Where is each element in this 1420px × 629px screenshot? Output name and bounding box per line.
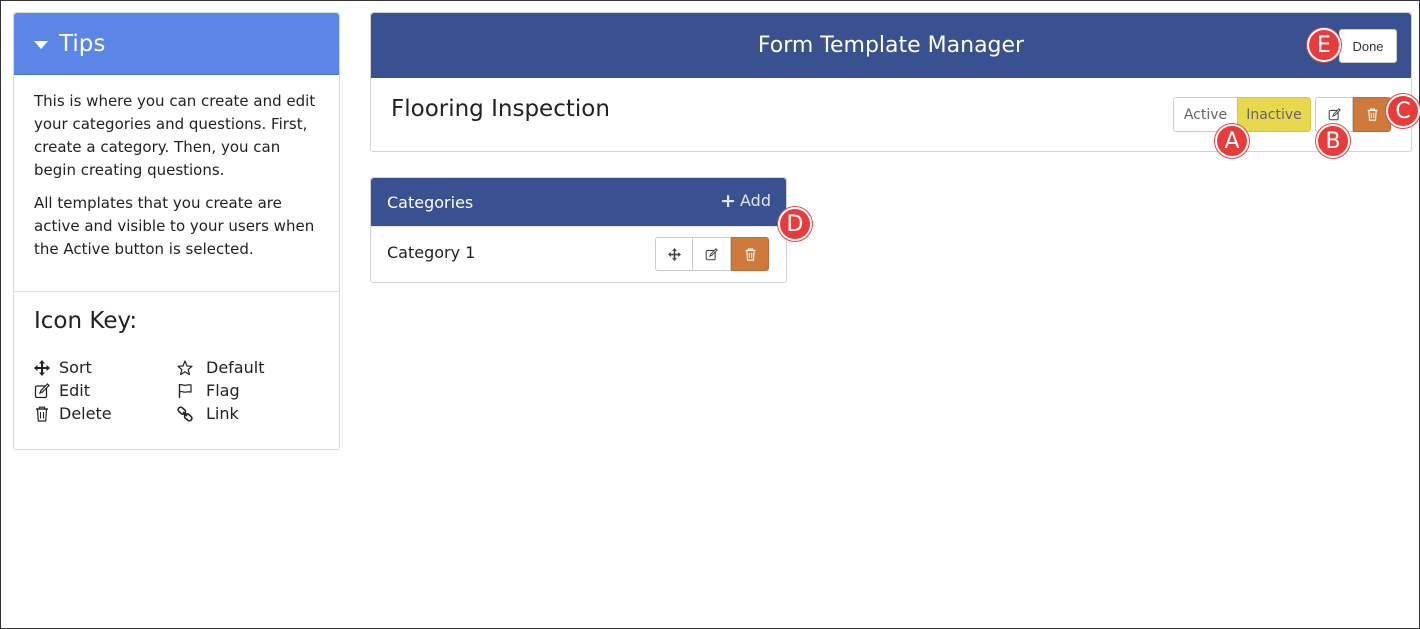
app-frame: Tips This is where you can create and ed… <box>0 0 1420 629</box>
callout-marker-a: A <box>1215 124 1249 158</box>
icon-key-item: Link <box>177 402 320 425</box>
template-card: Form Template Manager Done Flooring Insp… <box>370 12 1412 152</box>
edit-category-button[interactable] <box>693 237 731 271</box>
done-button[interactable]: Done <box>1339 29 1397 63</box>
tips-paragraph-2: All templates that you create are active… <box>34 194 315 258</box>
icon-key-item: Delete <box>34 402 177 425</box>
trash-icon <box>1367 108 1377 121</box>
page-title: Form Template Manager <box>757 33 1025 58</box>
sort-category-button[interactable] <box>655 237 693 271</box>
move-arrows-icon <box>667 247 681 261</box>
icon-key-title: Icon Key: <box>34 308 138 334</box>
icon-key-label: Default <box>206 358 265 377</box>
tips-panel: Tips This is where you can create and ed… <box>13 12 340 450</box>
tips-body: This is where you can create and edit yo… <box>14 75 339 261</box>
icon-key-label: Link <box>206 404 239 423</box>
delete-category-button[interactable] <box>731 237 769 271</box>
star-outline-icon <box>177 359 193 376</box>
flag-icon <box>177 383 193 399</box>
move-arrows-icon <box>34 359 50 376</box>
category-actions <box>655 237 769 271</box>
trash-icon <box>34 406 50 422</box>
tips-title: Tips <box>59 30 106 57</box>
page-header: Form Template Manager Done <box>371 13 1411 78</box>
callout-marker-d: D <box>778 207 812 241</box>
categories-header: Categories + Add <box>371 178 786 226</box>
add-category-button[interactable]: + Add <box>720 191 771 210</box>
icon-key-item: Edit <box>34 379 177 402</box>
icon-key-item: Flag <box>177 379 320 402</box>
edit-icon <box>705 247 718 260</box>
icon-key-grid: Sort Default Edit Flag Delete Link <box>34 356 324 425</box>
plus-icon: + <box>720 189 737 212</box>
link-icon <box>177 405 193 422</box>
inactive-button[interactable]: Inactive <box>1237 97 1311 132</box>
tips-paragraph-1: This is where you can create and edit yo… <box>34 92 316 179</box>
category-label: Category 1 <box>387 243 476 262</box>
icon-key-label: Sort <box>59 358 92 377</box>
icon-key-label: Flag <box>206 381 240 400</box>
categories-title: Categories <box>387 192 474 212</box>
icon-key-label: Delete <box>59 404 112 423</box>
tips-header[interactable]: Tips <box>14 13 339 75</box>
add-label: Add <box>740 191 771 210</box>
icon-key-item: Default <box>177 356 320 379</box>
icon-key: Icon Key: Sort Default Edit Flag Delete … <box>34 308 324 425</box>
trash-icon <box>745 247 755 261</box>
delete-template-button[interactable] <box>1353 97 1391 132</box>
icon-key-item: Sort <box>34 356 177 379</box>
callout-marker-e: E <box>1307 28 1341 62</box>
edit-icon <box>1328 108 1341 121</box>
template-name: Flooring Inspection <box>391 96 610 122</box>
divider <box>14 291 339 292</box>
categories-panel: Categories + Add Category 1 <box>370 177 787 283</box>
callout-marker-c: C <box>1386 94 1420 128</box>
edit-icon <box>34 382 50 399</box>
callout-marker-b: B <box>1316 124 1350 158</box>
list-item: Category 1 <box>371 226 786 282</box>
icon-key-label: Edit <box>59 381 90 400</box>
caret-down-icon <box>34 40 48 49</box>
